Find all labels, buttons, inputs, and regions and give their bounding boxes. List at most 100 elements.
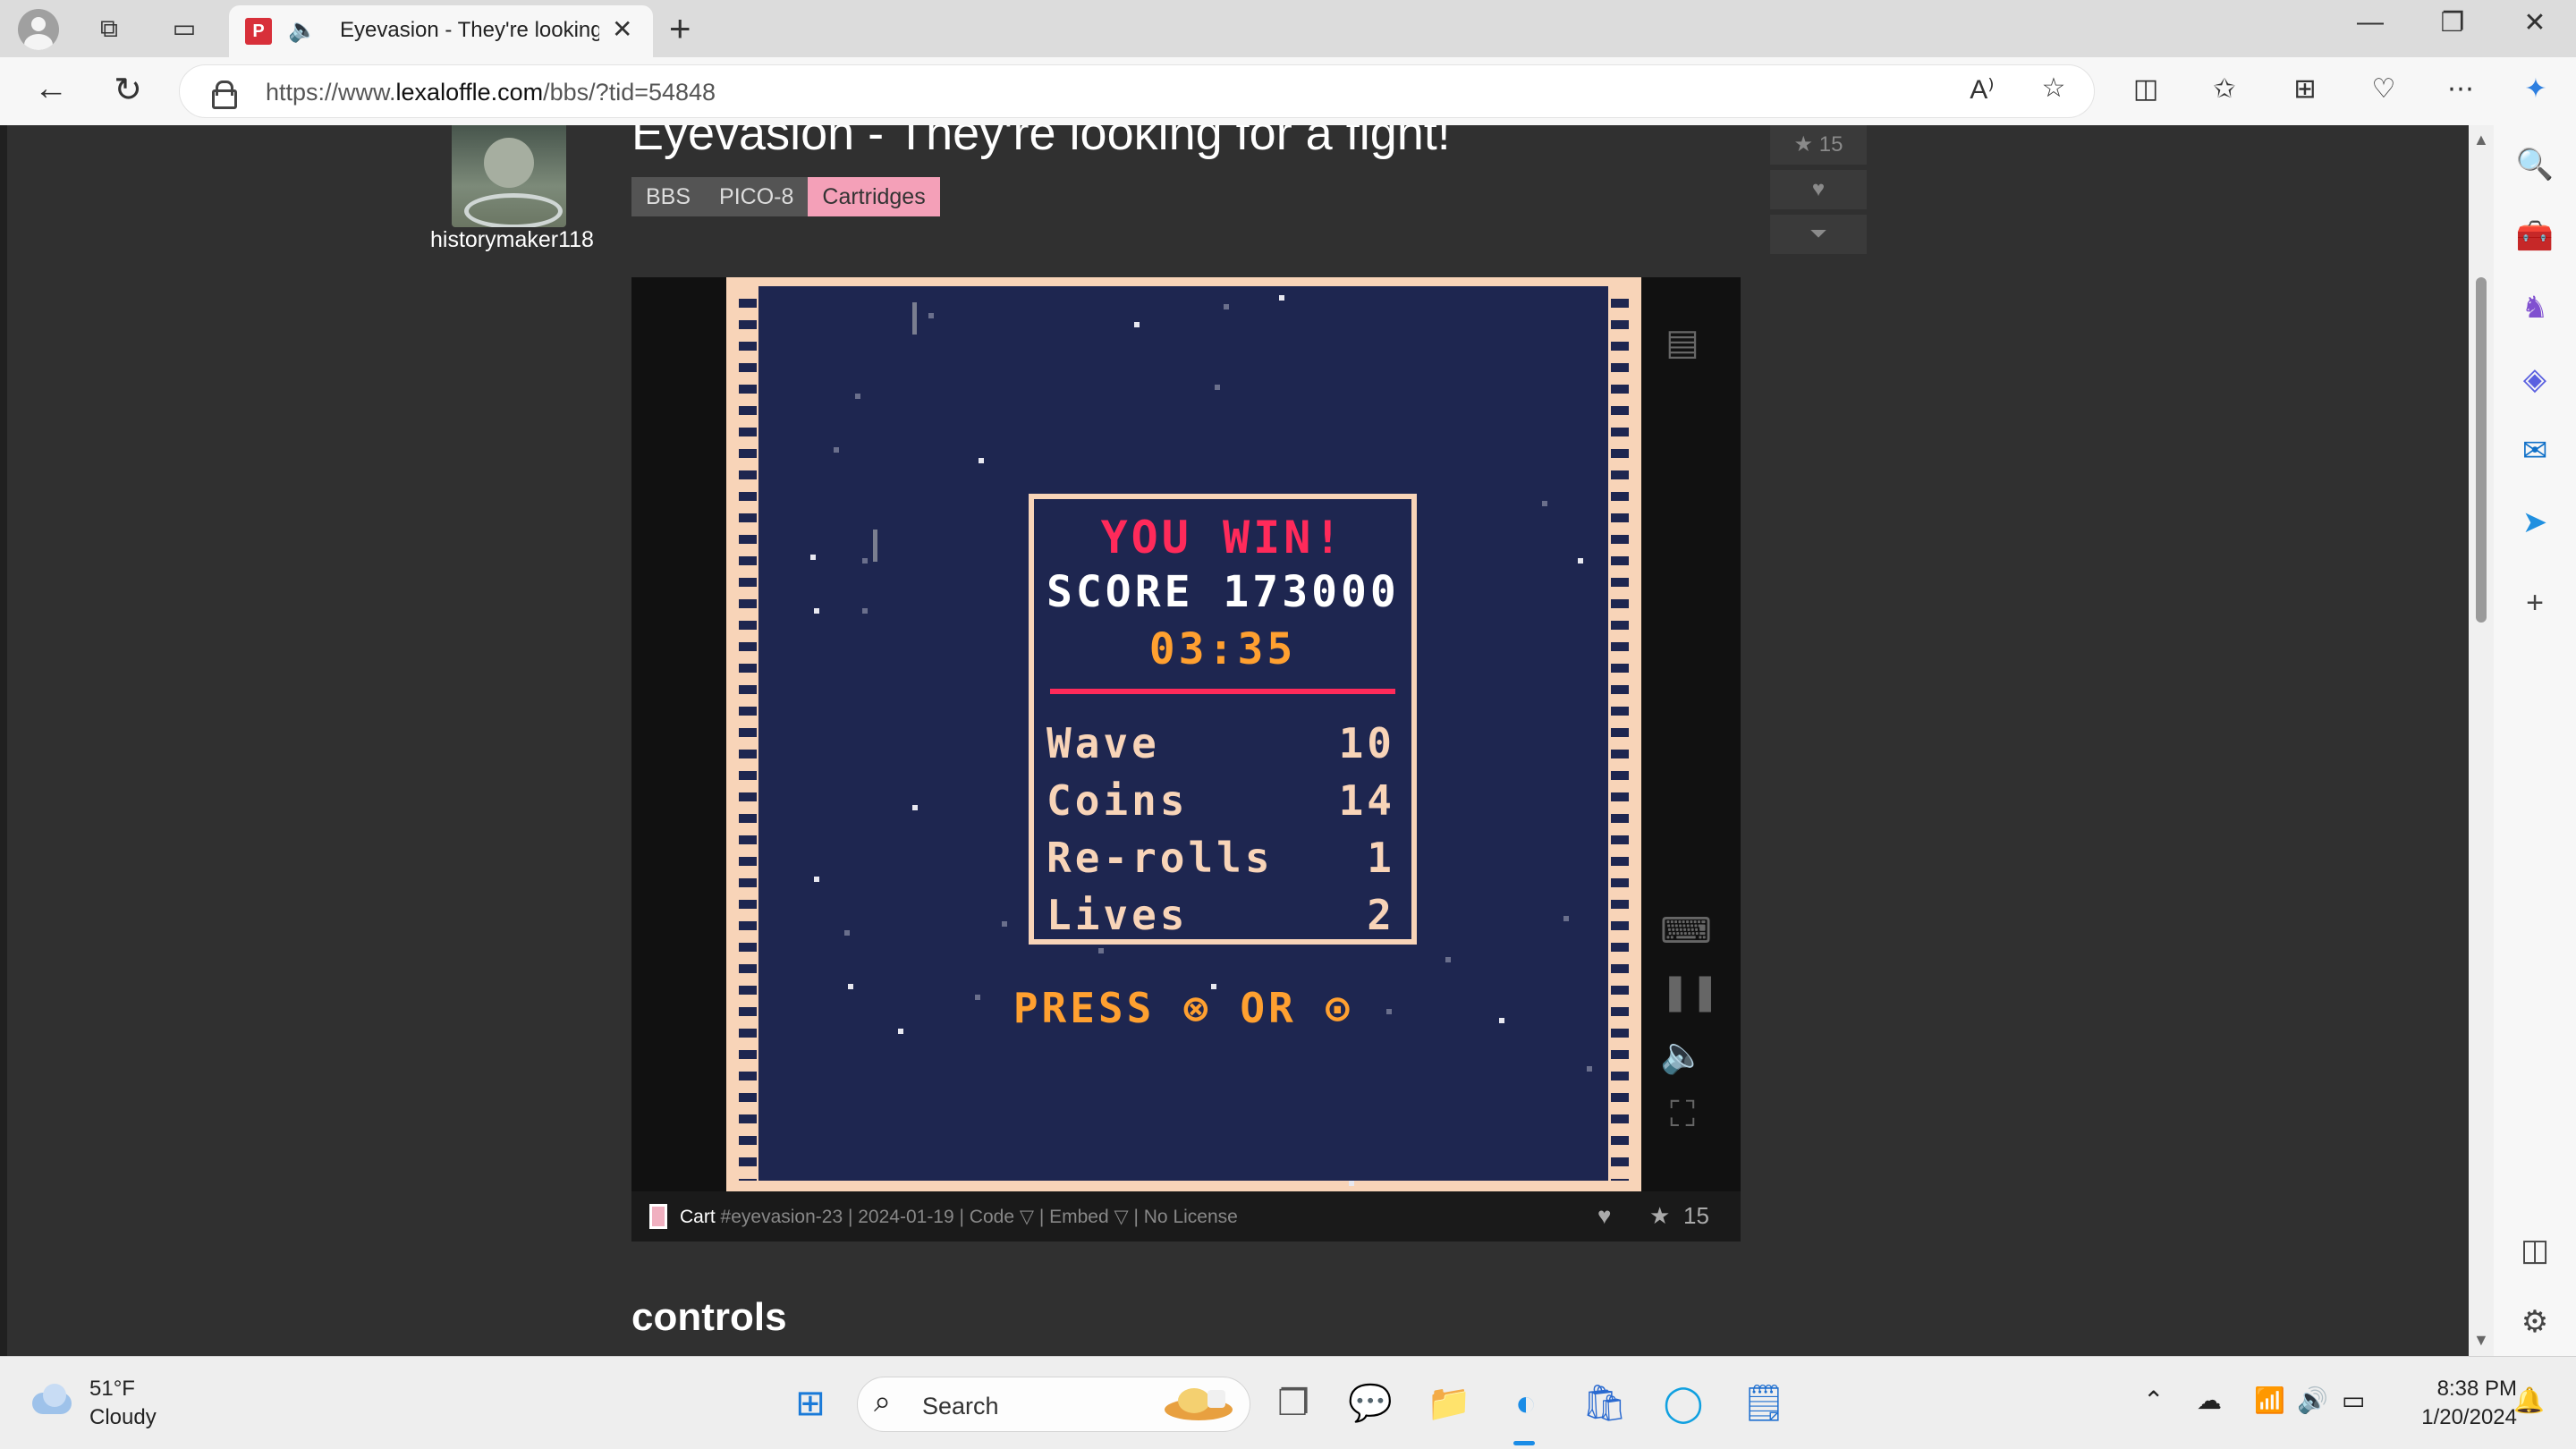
game-canvas[interactable]: YOU WIN! SCORE 173000 03:35 Wave 10 Coins… (758, 286, 1608, 1186)
microsoft365-icon[interactable]: ◈ (2513, 358, 2556, 401)
star-count-box[interactable]: ★ 15 (1770, 125, 1867, 165)
star-particle (810, 555, 816, 560)
collections-icon[interactable]: ⊞ (2283, 73, 2327, 105)
start-windows-icon[interactable]: ⊞ (784, 1377, 837, 1430)
edge-browser-icon[interactable]: ◐ (1499, 1377, 1553, 1430)
clock-time[interactable]: 8:38 PM (2410, 1377, 2517, 1402)
lock-icon[interactable] (212, 80, 237, 109)
cart-heart-icon[interactable]: ♥ (1597, 1202, 1611, 1230)
scroll-up-icon[interactable]: ▲ (2473, 131, 2489, 149)
scroll-thumb[interactable] (2476, 277, 2487, 623)
copilot-icon[interactable]: ✦ (2513, 73, 2558, 105)
settings-gear-icon[interactable]: ⚙ (2513, 1301, 2556, 1343)
close-tab-icon[interactable]: ✕ (612, 14, 632, 44)
restore-icon[interactable]: ❐ (2426, 7, 2479, 38)
clock-date[interactable]: 1/20/2024 (2392, 1405, 2517, 1430)
weather-temperature[interactable]: 51°F (89, 1377, 135, 1402)
read-aloud-icon[interactable]: A⁾ (1960, 74, 2004, 106)
embed-dropdown[interactable]: Embed ▽ (1049, 1207, 1129, 1227)
cart-info-bar: Cart #eyevasion-23 | 2024-01-19 | Code ▽… (631, 1191, 1741, 1241)
more-menu-icon[interactable]: ⋯ (2438, 73, 2483, 105)
username[interactable]: historymaker118 (430, 227, 594, 253)
tag-bbs[interactable]: BBS (631, 177, 706, 216)
battery-icon[interactable]: ▭ (2342, 1385, 2365, 1415)
user-avatar[interactable] (452, 125, 566, 227)
cart-id-link[interactable]: #eyevasion-23 (721, 1207, 843, 1227)
split-screen-icon[interactable]: ◫ (2123, 73, 2168, 105)
favorites-icon[interactable]: ✩ (2202, 73, 2247, 105)
cart-star-icon[interactable]: ★ (1649, 1202, 1670, 1230)
address-field[interactable]: https://www.lexaloffle.com/bbs/?tid=5484… (179, 64, 2095, 118)
url-text[interactable]: https://www.lexaloffle.com/bbs/?tid=5484… (266, 79, 716, 106)
notepad-icon[interactable]: 🗒 (1737, 1377, 1791, 1430)
star-particle (1587, 1066, 1592, 1072)
drop-icon[interactable]: ➤ (2513, 501, 2556, 544)
favorite-star-icon[interactable]: ☆ (2031, 72, 2076, 104)
tag-cartridges[interactable]: Cartridges (808, 177, 940, 216)
star-particle (862, 558, 868, 564)
fullscreen-icon[interactable]: ⛶ (1660, 1095, 1705, 1140)
minimize-icon[interactable]: — (2343, 7, 2397, 38)
breadcrumb-tags: BBS PICO-8 Cartridges (631, 177, 940, 216)
score-label: SCORE (1046, 567, 1194, 617)
gamepad-icon[interactable]: ⌨ (1660, 911, 1712, 955)
cloudy-weather-icon[interactable] (27, 1384, 75, 1416)
star-particle (912, 805, 918, 810)
cart-meta: Cart #eyevasion-23 | 2024-01-19 | Code ▽… (680, 1207, 1238, 1227)
audio-playing-icon[interactable]: 🔈 (288, 16, 317, 44)
screen-border-right (1611, 286, 1629, 1181)
lexaloffle-favicon-icon: P (245, 18, 272, 45)
microsoft-store-icon[interactable]: 🛍 (1578, 1377, 1631, 1430)
task-view-icon[interactable]: ❐ (1267, 1377, 1320, 1430)
code-dropdown[interactable]: Code ▽ (970, 1207, 1034, 1227)
sound-icon[interactable]: 🔈 (1660, 1034, 1705, 1079)
cart-menu-icon[interactable]: ▤ (1660, 322, 1705, 367)
star-particle (1563, 916, 1569, 921)
section-heading: controls (631, 1295, 787, 1339)
file-explorer-icon[interactable]: 📁 (1422, 1377, 1476, 1430)
onedrive-icon[interactable]: ☁ (2197, 1385, 2222, 1415)
taskbar-search[interactable]: ⌕ Search (857, 1377, 1250, 1432)
profile-avatar-icon[interactable] (18, 9, 59, 50)
chevron-down-icon: ⏷ (1809, 222, 1827, 246)
new-tab-icon[interactable]: + (669, 7, 691, 50)
browser-tab-active[interactable]: P 🔈 Eyevasion - They're looking for a fi… (229, 5, 653, 57)
star-particle (814, 877, 819, 882)
back-icon[interactable]: ← (29, 70, 73, 108)
expand-button[interactable]: ⏷ (1770, 215, 1867, 254)
tag-pico8[interactable]: PICO-8 (705, 177, 809, 216)
search-icon[interactable]: 🔍 (2513, 143, 2556, 186)
star-particle (1002, 921, 1007, 927)
volume-icon[interactable]: 🔊 (2297, 1385, 2328, 1415)
hide-sidebar-icon[interactable]: ◫ (2513, 1229, 2556, 1272)
weather-condition[interactable]: Cloudy (89, 1405, 157, 1430)
search-label: Search (922, 1393, 999, 1419)
page-scrollbar[interactable]: ▲ ▼ (2469, 125, 2494, 1356)
show-hidden-icons-chevron-icon[interactable]: ⌃ (2143, 1385, 2164, 1415)
divider (1050, 689, 1395, 694)
close-window-icon[interactable]: ✕ (2508, 7, 2562, 38)
wifi-icon[interactable]: 📶 (2254, 1385, 2285, 1415)
notifications-bell-icon[interactable]: 🔔 (2513, 1385, 2545, 1415)
scroll-down-icon[interactable]: ▼ (2473, 1331, 2489, 1350)
teams-chat-icon[interactable]: 💬 (1343, 1377, 1397, 1430)
workspaces-icon[interactable]: ⧉ (93, 13, 125, 45)
browser-titlebar: ⧉ ▭ P 🔈 Eyevasion - They're looking for … (0, 0, 2576, 57)
pause-icon[interactable]: ❚❚ (1660, 971, 1720, 1016)
star-particle (855, 394, 860, 399)
star-particle (814, 608, 819, 614)
outlook-icon[interactable]: ✉ (2513, 429, 2556, 472)
games-icon[interactable]: ♞ (2513, 286, 2556, 329)
add-sidebar-app-icon[interactable]: + (2513, 581, 2556, 624)
pico8-player: YOU WIN! SCORE 173000 03:35 Wave 10 Coins… (631, 277, 1741, 1241)
game-screen[interactable]: YOU WIN! SCORE 173000 03:35 Wave 10 Coins… (726, 277, 1641, 1191)
refresh-icon[interactable]: ↻ (106, 70, 150, 110)
cortana-icon[interactable]: ◯ (1657, 1377, 1710, 1430)
browser-essentials-icon[interactable]: ♡ (2361, 73, 2406, 105)
tab-actions-icon[interactable]: ▭ (168, 13, 200, 45)
screen-border-left (739, 286, 757, 1181)
tools-icon[interactable]: 🧰 (2513, 215, 2556, 258)
like-button[interactable]: ♥ (1770, 170, 1867, 209)
windows-taskbar: 51°F Cloudy ⊞ ⌕ Search ❐ 💬 📁 ◐ 🛍 ◯ 🗒 ⌃ ☁… (0, 1356, 2576, 1449)
stat-row-rerolls: Re-rolls 1 (1046, 834, 1395, 882)
